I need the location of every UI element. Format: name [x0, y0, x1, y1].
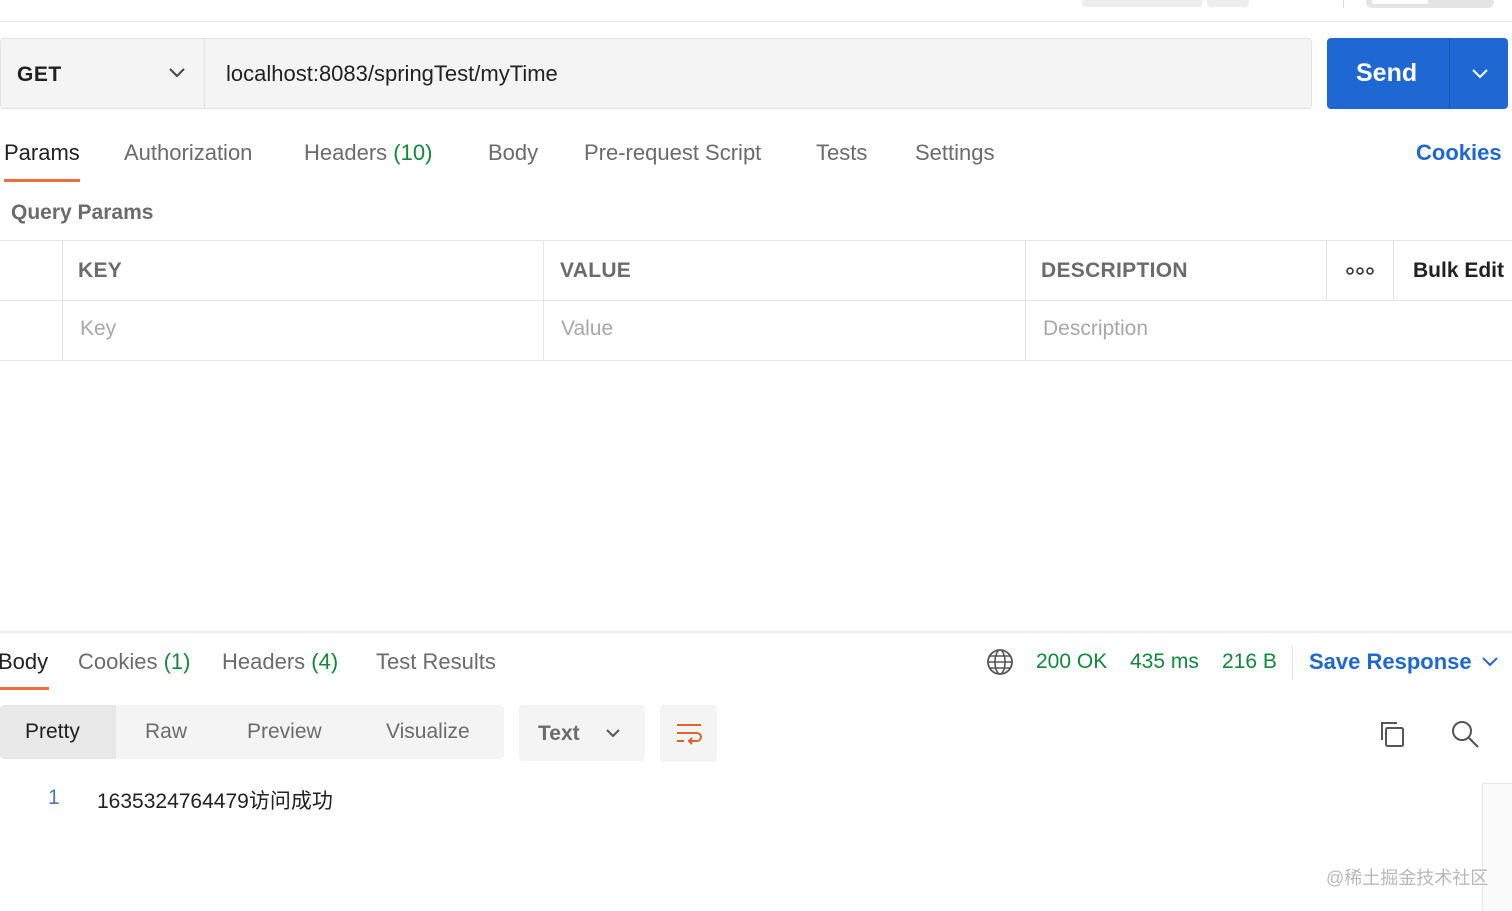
- save-response-button[interactable]: Save Response: [1309, 649, 1472, 675]
- view-visualize[interactable]: Visualize: [386, 720, 470, 744]
- response-size[interactable]: 216 B: [1222, 650, 1277, 674]
- column-header-key: KEY: [78, 259, 123, 282]
- view-raw[interactable]: Raw: [145, 720, 187, 744]
- method-select[interactable]: GET: [0, 38, 204, 109]
- tab-body[interactable]: Body: [488, 140, 538, 166]
- cookies-count: (1): [163, 649, 191, 674]
- top-toolbar-toggle[interactable]: [1366, 0, 1494, 8]
- column-divider: [1393, 241, 1394, 300]
- active-tab-indicator: [4, 179, 80, 182]
- value-input[interactable]: Value: [561, 317, 613, 341]
- chevron-down-icon[interactable]: [1470, 67, 1490, 81]
- active-response-tab-indicator: [0, 687, 49, 690]
- column-divider: [62, 241, 63, 360]
- table-border: [0, 300, 1512, 301]
- wrap-lines-button[interactable]: [660, 705, 717, 762]
- column-header-value: VALUE: [560, 259, 632, 282]
- tab-settings[interactable]: Settings: [915, 140, 995, 166]
- tab-pre-request-script[interactable]: Pre-request Script: [584, 140, 761, 166]
- status-divider: [1292, 646, 1293, 680]
- copy-icon[interactable]: [1377, 719, 1407, 749]
- response-headers-count: (4): [311, 649, 339, 674]
- column-header-description: DESCRIPTION: [1041, 259, 1188, 282]
- url-text: localhost:8083/springTest/myTime: [226, 61, 558, 86]
- column-divider: [1025, 241, 1026, 360]
- more-options-icon[interactable]: [1346, 267, 1374, 275]
- chevron-down-icon: [169, 68, 185, 78]
- top-toolbar-button[interactable]: [1207, 0, 1249, 7]
- send-divider: [1449, 38, 1450, 109]
- tab-headers[interactable]: Headers (10): [304, 140, 432, 166]
- status-code[interactable]: 200 OK: [1036, 650, 1107, 674]
- chevron-down-icon[interactable]: [1480, 655, 1500, 669]
- bulk-edit-button[interactable]: Bulk Edit: [1413, 259, 1504, 283]
- response-tab-test-results[interactable]: Test Results: [376, 649, 496, 675]
- format-label: Text: [538, 722, 580, 745]
- response-body-text[interactable]: 1635324764479访问成功: [97, 785, 333, 815]
- url-input[interactable]: localhost:8083/springTest/myTime: [204, 38, 1312, 109]
- view-pretty[interactable]: Pretty: [25, 720, 80, 744]
- tab-tests[interactable]: Tests: [816, 140, 867, 166]
- chevron-down-icon: [606, 729, 620, 738]
- response-divider[interactable]: [0, 631, 1512, 633]
- top-toolbar-button[interactable]: [1082, 0, 1202, 7]
- method-label: GET: [17, 63, 62, 86]
- headers-count: (10): [393, 140, 433, 165]
- send-button[interactable]: Send: [1327, 38, 1508, 109]
- query-params-title: Query Params: [11, 201, 154, 224]
- response-tab-cookies[interactable]: Cookies (1): [78, 649, 191, 675]
- globe-icon[interactable]: [986, 648, 1014, 676]
- watermark: @稀土掘金技术社区: [1326, 868, 1489, 888]
- top-toolbar-divider: [1343, 0, 1344, 8]
- cookies-link[interactable]: Cookies: [1416, 140, 1502, 166]
- tab-params[interactable]: Params: [4, 140, 80, 166]
- column-divider: [543, 241, 544, 360]
- wrap-lines-icon: [677, 724, 702, 745]
- key-input[interactable]: Key: [80, 317, 116, 341]
- format-select[interactable]: Text: [519, 705, 645, 761]
- description-input[interactable]: Description: [1043, 317, 1148, 341]
- tab-authorization[interactable]: Authorization: [124, 140, 252, 166]
- column-divider: [1326, 241, 1327, 300]
- table-border: [0, 360, 1512, 361]
- view-preview[interactable]: Preview: [247, 720, 322, 744]
- line-number: 1: [48, 786, 60, 809]
- search-icon[interactable]: [1450, 719, 1480, 749]
- send-label: Send: [1356, 59, 1418, 87]
- table-border: [0, 240, 1512, 241]
- response-tab-headers[interactable]: Headers (4): [222, 649, 338, 675]
- scrollbar[interactable]: [1482, 783, 1512, 911]
- top-divider: [0, 21, 1512, 22]
- response-tab-body[interactable]: Body: [0, 649, 48, 675]
- response-time[interactable]: 435 ms: [1130, 650, 1199, 674]
